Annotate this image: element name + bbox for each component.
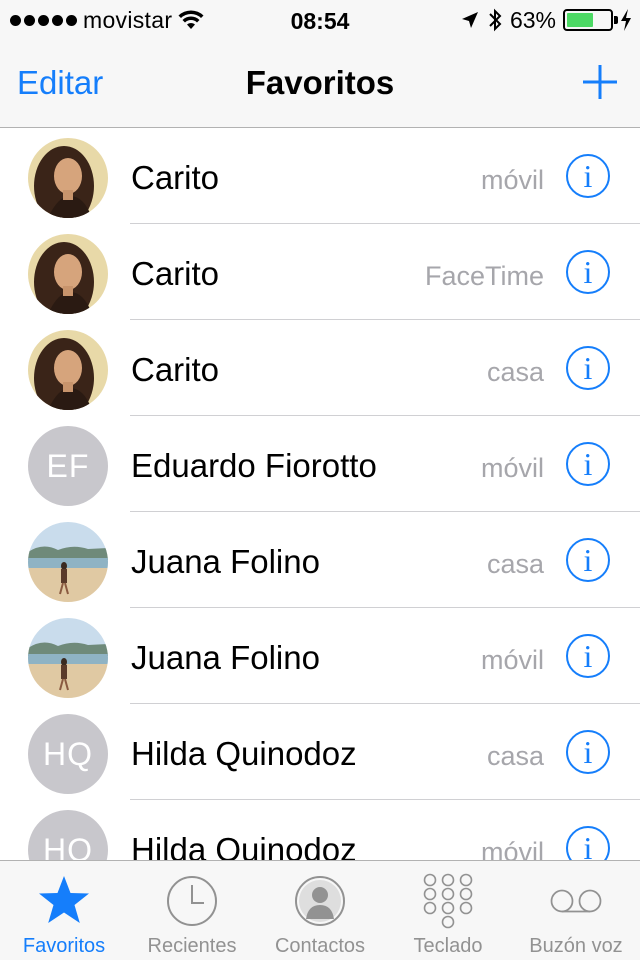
contact-name: Eduardo Fiorotto <box>131 447 377 484</box>
phone-type-label: móvil <box>480 453 544 483</box>
phone-type-label: casa <box>486 549 544 579</box>
keypad-icon <box>420 873 476 929</box>
contact-name: Carito <box>131 159 220 196</box>
contact-silhouette-icon <box>292 873 348 929</box>
avatar-photo <box>28 330 108 410</box>
info-icon[interactable]: i <box>566 442 610 486</box>
bluetooth-icon <box>489 8 502 32</box>
favorite-row[interactable]: Carito móvil i <box>0 128 640 224</box>
tab-clock[interactable]: Recientes <box>128 861 256 960</box>
contact-name: Carito <box>131 255 220 292</box>
contact-name: Hilda Quinodoz <box>131 831 357 860</box>
tab-label: Buzón voz <box>529 935 623 957</box>
phone-type-label: casa <box>486 741 544 771</box>
favorites-list: Carito móvil i Carito FaceTime i Carito casa i EF… <box>0 128 640 860</box>
phone-type-label: móvil <box>480 645 544 675</box>
avatar-photo <box>28 234 108 314</box>
phone-type-label: móvil <box>480 165 544 195</box>
contact-name: Carito <box>131 351 220 388</box>
avatar-initials: EF <box>28 426 108 506</box>
info-icon[interactable]: i <box>566 250 610 294</box>
phone-type-label: FaceTime <box>424 261 544 291</box>
contact-name: Juana Folino <box>131 639 320 676</box>
info-icon[interactable]: i <box>566 826 610 860</box>
navigation-bar: Editar Favoritos <box>0 40 640 128</box>
contact-name: Juana Folino <box>131 543 320 580</box>
favorite-row[interactable]: HQ Hilda Quinodoz móvil i <box>0 800 640 860</box>
avatar-photo <box>28 138 108 218</box>
favorite-row[interactable]: HQ Hilda Quinodoz casa i <box>0 704 640 800</box>
battery-percentage: 63% <box>509 6 556 33</box>
voicemail-icon <box>548 873 604 929</box>
tab-label: Teclado <box>413 935 483 957</box>
avatar-photo <box>28 522 108 602</box>
add-favorite-button[interactable] <box>580 62 620 102</box>
charging-bolt-icon <box>621 9 631 31</box>
info-icon[interactable]: i <box>566 730 610 774</box>
avatar-photo <box>28 618 108 698</box>
favorite-row[interactable]: Carito FaceTime i <box>0 224 640 320</box>
star-icon <box>36 873 92 929</box>
info-icon[interactable]: i <box>566 538 610 582</box>
tab-voicemail[interactable]: Buzón voz <box>512 861 640 960</box>
tab-keypad[interactable]: Teclado <box>384 861 512 960</box>
favorite-row[interactable]: EF Eduardo Fiorotto móvil i <box>0 416 640 512</box>
battery-level <box>567 13 594 27</box>
favorite-row[interactable]: Carito casa i <box>0 320 640 416</box>
phone-type-label: casa <box>486 357 544 387</box>
tab-label: Favoritos <box>22 935 106 957</box>
tab-label: Contactos <box>274 935 366 957</box>
info-icon[interactable]: i <box>566 346 610 390</box>
contact-name: Hilda Quinodoz <box>131 735 357 772</box>
location-arrow-icon <box>461 12 478 28</box>
tab-star[interactable]: Favoritos <box>0 861 128 960</box>
battery-icon <box>563 9 618 31</box>
phone-type-label: móvil <box>480 837 544 860</box>
info-icon[interactable]: i <box>566 634 610 678</box>
info-icon[interactable]: i <box>566 154 610 198</box>
edit-button[interactable]: Editar <box>17 64 103 102</box>
status-right: 63% <box>460 6 632 34</box>
avatar-initials: HQ <box>28 714 108 794</box>
tab-contact-silhouette[interactable]: Contactos <box>256 861 384 960</box>
tab-bar: Favoritos Recientes Contactos Teclado Buzón … <box>0 860 640 960</box>
avatar-initials: HQ <box>28 810 108 860</box>
tab-label: Recientes <box>147 935 237 957</box>
favorite-row[interactable]: Juana Folino móvil i <box>0 608 640 704</box>
status-bar: movistar 08:54 63% <box>0 0 640 40</box>
clock-icon <box>164 873 220 929</box>
favorite-row[interactable]: Juana Folino casa i <box>0 512 640 608</box>
